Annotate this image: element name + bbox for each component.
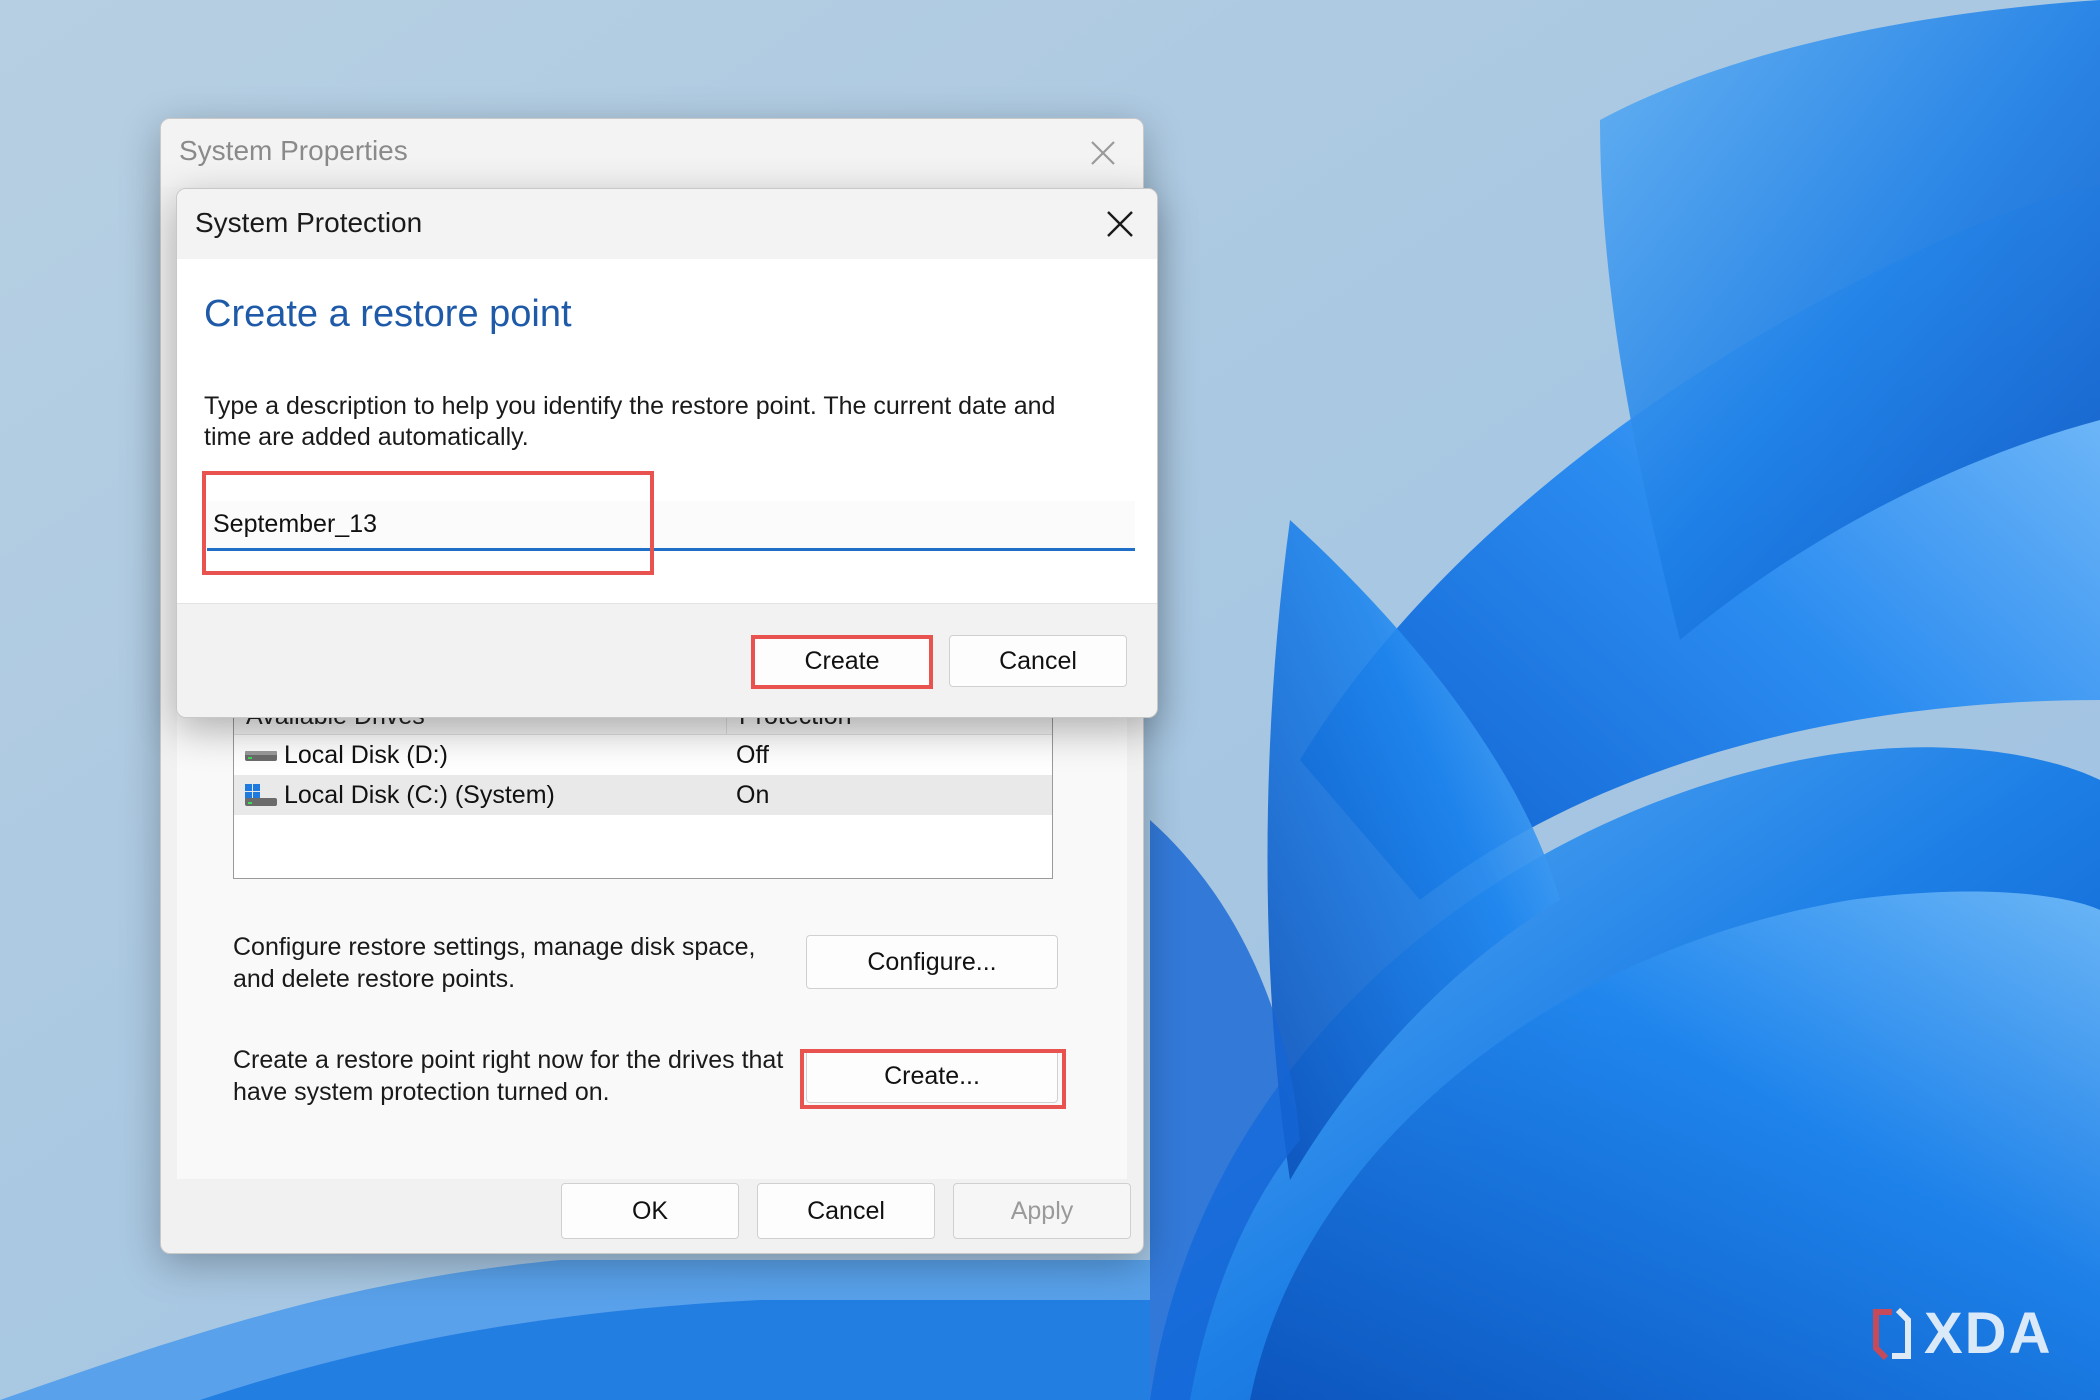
system-properties-title: System Properties: [179, 135, 408, 166]
drive-protection-status: Off: [736, 740, 769, 769]
xda-logo-text: XDA: [1924, 1301, 2053, 1366]
system-protection-dialog: System Protection Create a restore point…: [176, 188, 1158, 718]
configure-button[interactable]: Configure...: [806, 935, 1058, 989]
create-button-highlight: [751, 635, 933, 689]
system-protection-close-button[interactable]: [1095, 199, 1145, 249]
system-properties-close-button[interactable]: [1079, 129, 1127, 177]
drive-name: Local Disk (D:): [284, 740, 448, 769]
xda-bracket-icon: [1873, 1307, 1911, 1360]
available-drives-list[interactable]: Available Drives Protection Local Disk (…: [233, 697, 1053, 879]
system-properties-titlebar[interactable]: System Properties: [161, 119, 1143, 187]
close-icon: [1091, 141, 1115, 165]
table-row[interactable]: Local Disk (C:) (System) On: [234, 775, 1052, 815]
system-protection-title: System Protection: [195, 207, 423, 238]
dialog-instructions: Type a description to help you identify …: [204, 392, 1056, 451]
create-button-highlight: [800, 1049, 1066, 1109]
system-protection-titlebar[interactable]: System Protection: [177, 189, 1157, 259]
cancel-button[interactable]: Cancel: [757, 1183, 935, 1239]
table-row[interactable]: Local Disk (D:) Off: [234, 735, 1052, 775]
system-drive-icon: [245, 784, 277, 806]
xda-logo: XDA: [1870, 1300, 2052, 1367]
configure-description: Configure restore settings, manage disk …: [233, 933, 756, 993]
drive-protection-status: On: [736, 780, 770, 809]
create-description: Create a restore point right now for the…: [233, 1046, 784, 1106]
drive-name: Local Disk (C:) (System): [284, 780, 555, 809]
cancel-button[interactable]: Cancel: [949, 635, 1127, 687]
ok-button[interactable]: OK: [561, 1183, 739, 1239]
close-icon: [1107, 211, 1133, 237]
drive-icon: [245, 751, 277, 761]
apply-button: Apply: [953, 1183, 1131, 1239]
dialog-heading: Create a restore point: [204, 293, 572, 335]
name-input-highlight: [202, 471, 654, 575]
